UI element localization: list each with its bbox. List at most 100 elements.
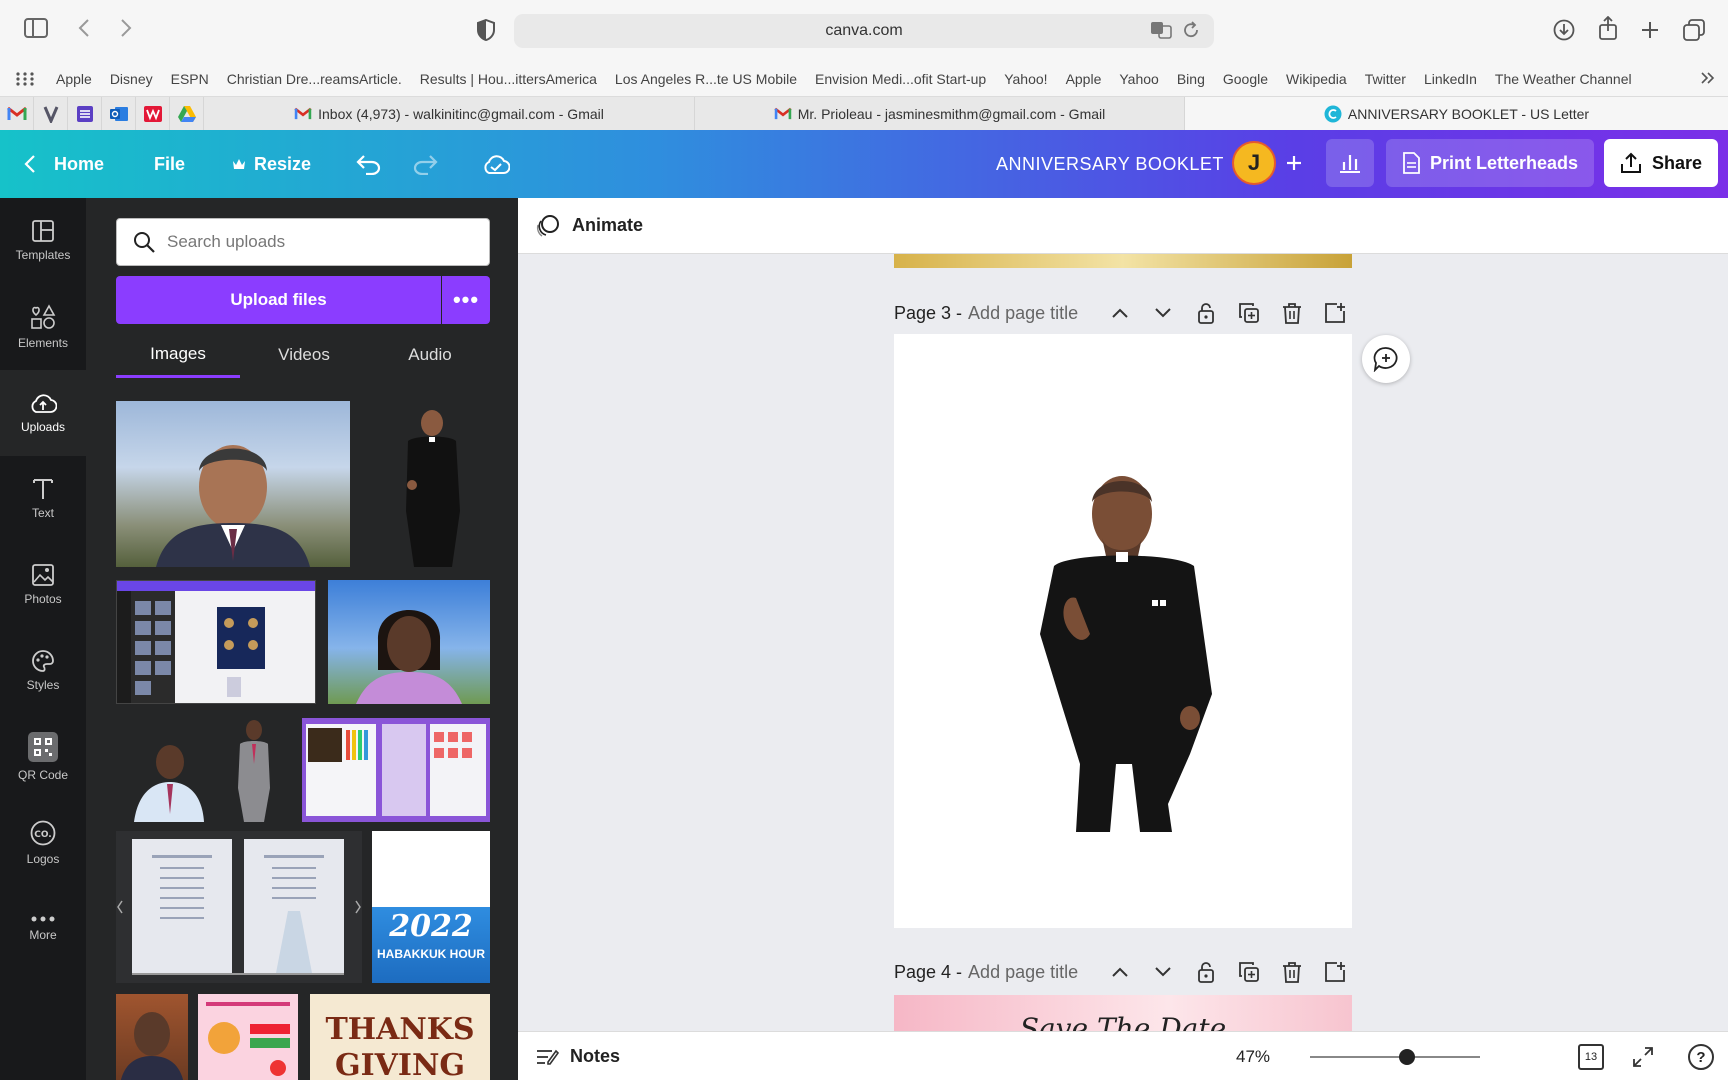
rail-item-styles[interactable]: Styles (0, 628, 86, 714)
tab-overview-icon[interactable] (1680, 16, 1708, 44)
bookmark-link[interactable]: LinkedIn (1424, 71, 1477, 87)
help-button[interactable]: ? (1688, 1044, 1714, 1070)
tab-gmail-inbox[interactable]: Inbox (4,973) - walkinitinc@gmail.com - … (204, 96, 695, 131)
page-3-canvas[interactable] (894, 334, 1352, 928)
rail-item-photos[interactable]: Photos (0, 542, 86, 628)
pinned-tab-outlook[interactable] (102, 96, 136, 131)
bookmark-link[interactable]: Christian Dre...reamsArticle. (227, 71, 402, 87)
address-bar[interactable]: canva.com (514, 14, 1214, 48)
bookmark-link[interactable]: Apple (1066, 71, 1102, 87)
add-page-icon[interactable] (1323, 960, 1347, 984)
bookmark-link[interactable]: The Weather Channel (1495, 71, 1632, 87)
bookmark-link[interactable]: ESPN (171, 71, 209, 87)
zoom-slider[interactable] (1310, 1049, 1480, 1065)
page-4-title[interactable]: Page 4 - Add page title (894, 957, 1078, 987)
bookmark-link[interactable]: Disney (110, 71, 153, 87)
rail-item-uploads[interactable]: Uploads (0, 370, 86, 456)
zoom-slider-thumb[interactable] (1399, 1049, 1416, 1065)
bookmarks-overflow-icon[interactable] (1700, 70, 1716, 86)
undo-button[interactable] (356, 130, 382, 198)
tab-gmail-message[interactable]: Mr. Prioleau - jasminesmithm@gmail.com -… (695, 96, 1185, 131)
insights-button[interactable] (1326, 139, 1374, 187)
pinned-tab-vine[interactable] (34, 96, 68, 131)
pinned-tab-forms[interactable] (68, 96, 102, 131)
duplicate-page-icon[interactable] (1237, 301, 1261, 325)
upload-thumbnail[interactable] (214, 718, 296, 822)
rail-item-elements[interactable]: Elements (0, 284, 86, 370)
pinned-tab-walgreens[interactable] (136, 96, 170, 131)
upload-thumbnail[interactable] (328, 580, 490, 704)
back-icon[interactable] (70, 14, 98, 42)
design-title[interactable]: ANNIVERSARY BOOKLET (996, 130, 1224, 198)
rail-item-more[interactable]: More (0, 886, 86, 972)
page-count-button[interactable]: 13 (1578, 1044, 1604, 1070)
bookmark-link[interactable]: Google (1223, 71, 1268, 87)
rail-item-logos[interactable]: CO. Logos (0, 800, 86, 886)
upload-thumbnail[interactable] (116, 994, 188, 1080)
file-menu-button[interactable]: File (154, 130, 185, 198)
tab-audio[interactable]: Audio (368, 332, 492, 378)
upload-thumbnail[interactable] (116, 580, 316, 704)
upload-thumbnail[interactable] (302, 718, 490, 822)
page-3-title[interactable]: Page 3 - Add page title (894, 298, 1078, 328)
upload-thumbnail[interactable]: THANKS GIVING (310, 994, 490, 1080)
apps-grid-icon[interactable] (16, 72, 34, 86)
bookmark-link[interactable]: Envision Medi...ofit Start-up (815, 71, 986, 87)
avatar[interactable]: J (1232, 141, 1276, 185)
upload-thumbnail[interactable] (116, 831, 362, 983)
bookmark-link[interactable]: Bing (1177, 71, 1205, 87)
trash-icon[interactable] (1280, 960, 1304, 984)
resize-button[interactable]: Resize (232, 130, 311, 198)
add-page-icon[interactable] (1323, 301, 1347, 325)
upload-thumbnail[interactable] (116, 718, 208, 822)
rail-item-templates[interactable]: Templates (0, 198, 86, 284)
upload-thumbnail[interactable] (198, 994, 298, 1080)
tab-canva-active[interactable]: ANNIVERSARY BOOKLET - US Letter (1185, 96, 1728, 131)
reload-icon[interactable] (1182, 21, 1200, 39)
chevron-down-icon[interactable] (1151, 960, 1175, 984)
bookmark-link[interactable]: Results | Hou...ittersAmerica (420, 71, 597, 87)
upload-thumbnail[interactable] (360, 401, 490, 567)
bookmark-link[interactable]: Apple (56, 71, 92, 87)
upload-thumbnail[interactable]: 2022 HABAKKUK HOUR (372, 831, 490, 983)
page-4-canvas[interactable]: Save The Date (894, 995, 1352, 1031)
rail-item-qr-code[interactable]: QR Code (0, 714, 86, 800)
downloads-icon[interactable] (1550, 16, 1578, 44)
tab-images[interactable]: Images (116, 332, 240, 378)
trash-icon[interactable] (1280, 301, 1304, 325)
search-input[interactable] (167, 232, 467, 252)
bookmark-link[interactable]: Wikipedia (1286, 71, 1347, 87)
pinned-tab-drive[interactable] (170, 96, 204, 131)
zoom-percentage[interactable]: 47% (1236, 1032, 1270, 1081)
animate-button[interactable]: Animate (572, 215, 643, 236)
lock-icon[interactable] (1194, 301, 1218, 325)
chevron-up-icon[interactable] (1108, 301, 1132, 325)
rail-item-text[interactable]: Text (0, 456, 86, 542)
translate-icon[interactable] (1150, 20, 1172, 40)
lock-icon[interactable] (1194, 960, 1218, 984)
forward-icon[interactable] (112, 14, 140, 42)
share-button[interactable]: Share (1604, 139, 1718, 187)
chevron-down-icon[interactable] (1151, 301, 1175, 325)
duplicate-page-icon[interactable] (1237, 960, 1261, 984)
home-button[interactable]: Home (24, 130, 104, 198)
bookmark-link[interactable]: Los Angeles R...te US Mobile (615, 71, 797, 87)
fullscreen-button[interactable] (1630, 1044, 1656, 1070)
clergyman-photo-element[interactable] (894, 334, 1352, 928)
share-sheet-icon[interactable] (1594, 14, 1622, 42)
notes-button[interactable]: Notes (536, 1032, 620, 1081)
sidebar-toggle-icon[interactable] (22, 14, 50, 42)
add-comment-button[interactable] (1362, 335, 1410, 383)
upload-files-button[interactable]: Upload files (116, 276, 441, 324)
upload-thumbnail[interactable] (116, 401, 350, 567)
tab-videos[interactable]: Videos (242, 332, 366, 378)
pinned-tab-gmail[interactable] (0, 96, 34, 131)
redo-button[interactable] (412, 130, 438, 198)
print-letterheads-button[interactable]: Print Letterheads (1386, 139, 1594, 187)
bookmark-link[interactable]: Twitter (1365, 71, 1406, 87)
chevron-up-icon[interactable] (1108, 960, 1132, 984)
upload-more-button[interactable]: ••• (442, 276, 490, 324)
animate-icon[interactable] (536, 213, 562, 239)
cloud-saved-button[interactable] (482, 130, 510, 198)
search-box[interactable] (116, 218, 490, 266)
